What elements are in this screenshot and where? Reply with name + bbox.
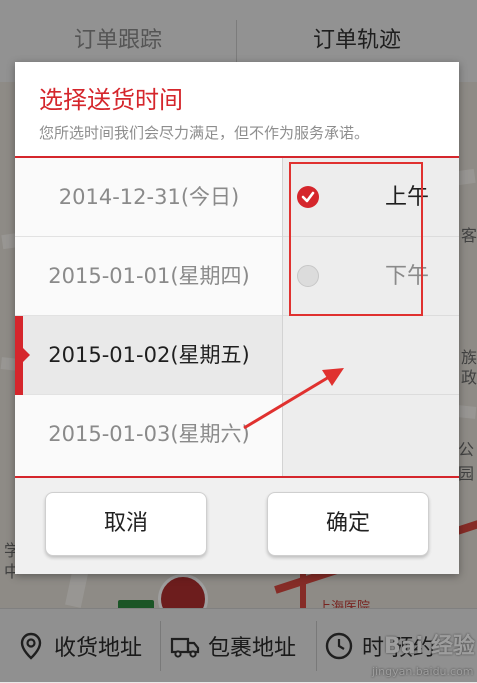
empty-slot: [283, 316, 459, 395]
time-slot-label: 下午: [384, 264, 429, 289]
time-slot-morning[interactable]: 上午: [283, 158, 459, 237]
date-option[interactable]: 2015-01-03(星期六): [15, 395, 283, 474]
radio-unchecked-icon: [297, 265, 319, 287]
dialog-subtitle: 您所选时间我们会尽力满足，但不作为服务承诺。: [39, 124, 370, 142]
date-option-selected[interactable]: 2015-01-02(星期五): [15, 316, 283, 395]
cancel-button[interactable]: 取消: [45, 492, 207, 556]
delivery-time-dialog: 选择送货时间 您所选时间我们会尽力满足，但不作为服务承诺。 2014-12-31…: [15, 62, 459, 574]
date-list: 2014-12-31(今日) 2015-01-01(星期四) 2015-01-0…: [15, 158, 283, 476]
confirm-button[interactable]: 确定: [267, 492, 429, 556]
time-slot-label: 上午: [384, 185, 429, 210]
time-slot-list: 上午 下午: [283, 158, 459, 476]
date-option[interactable]: 2015-01-01(星期四): [15, 237, 283, 316]
empty-slot: [283, 395, 459, 474]
dialog-title: 选择送货时间: [39, 86, 183, 114]
radio-checked-icon: [297, 186, 319, 208]
date-option[interactable]: 2014-12-31(今日): [15, 158, 283, 237]
time-slot-afternoon[interactable]: 下午: [283, 237, 459, 316]
dialog-footer: 取消 确定: [15, 478, 459, 574]
selected-indicator: [15, 316, 30, 395]
date-label: 2015-01-02(星期五): [48, 343, 250, 367]
